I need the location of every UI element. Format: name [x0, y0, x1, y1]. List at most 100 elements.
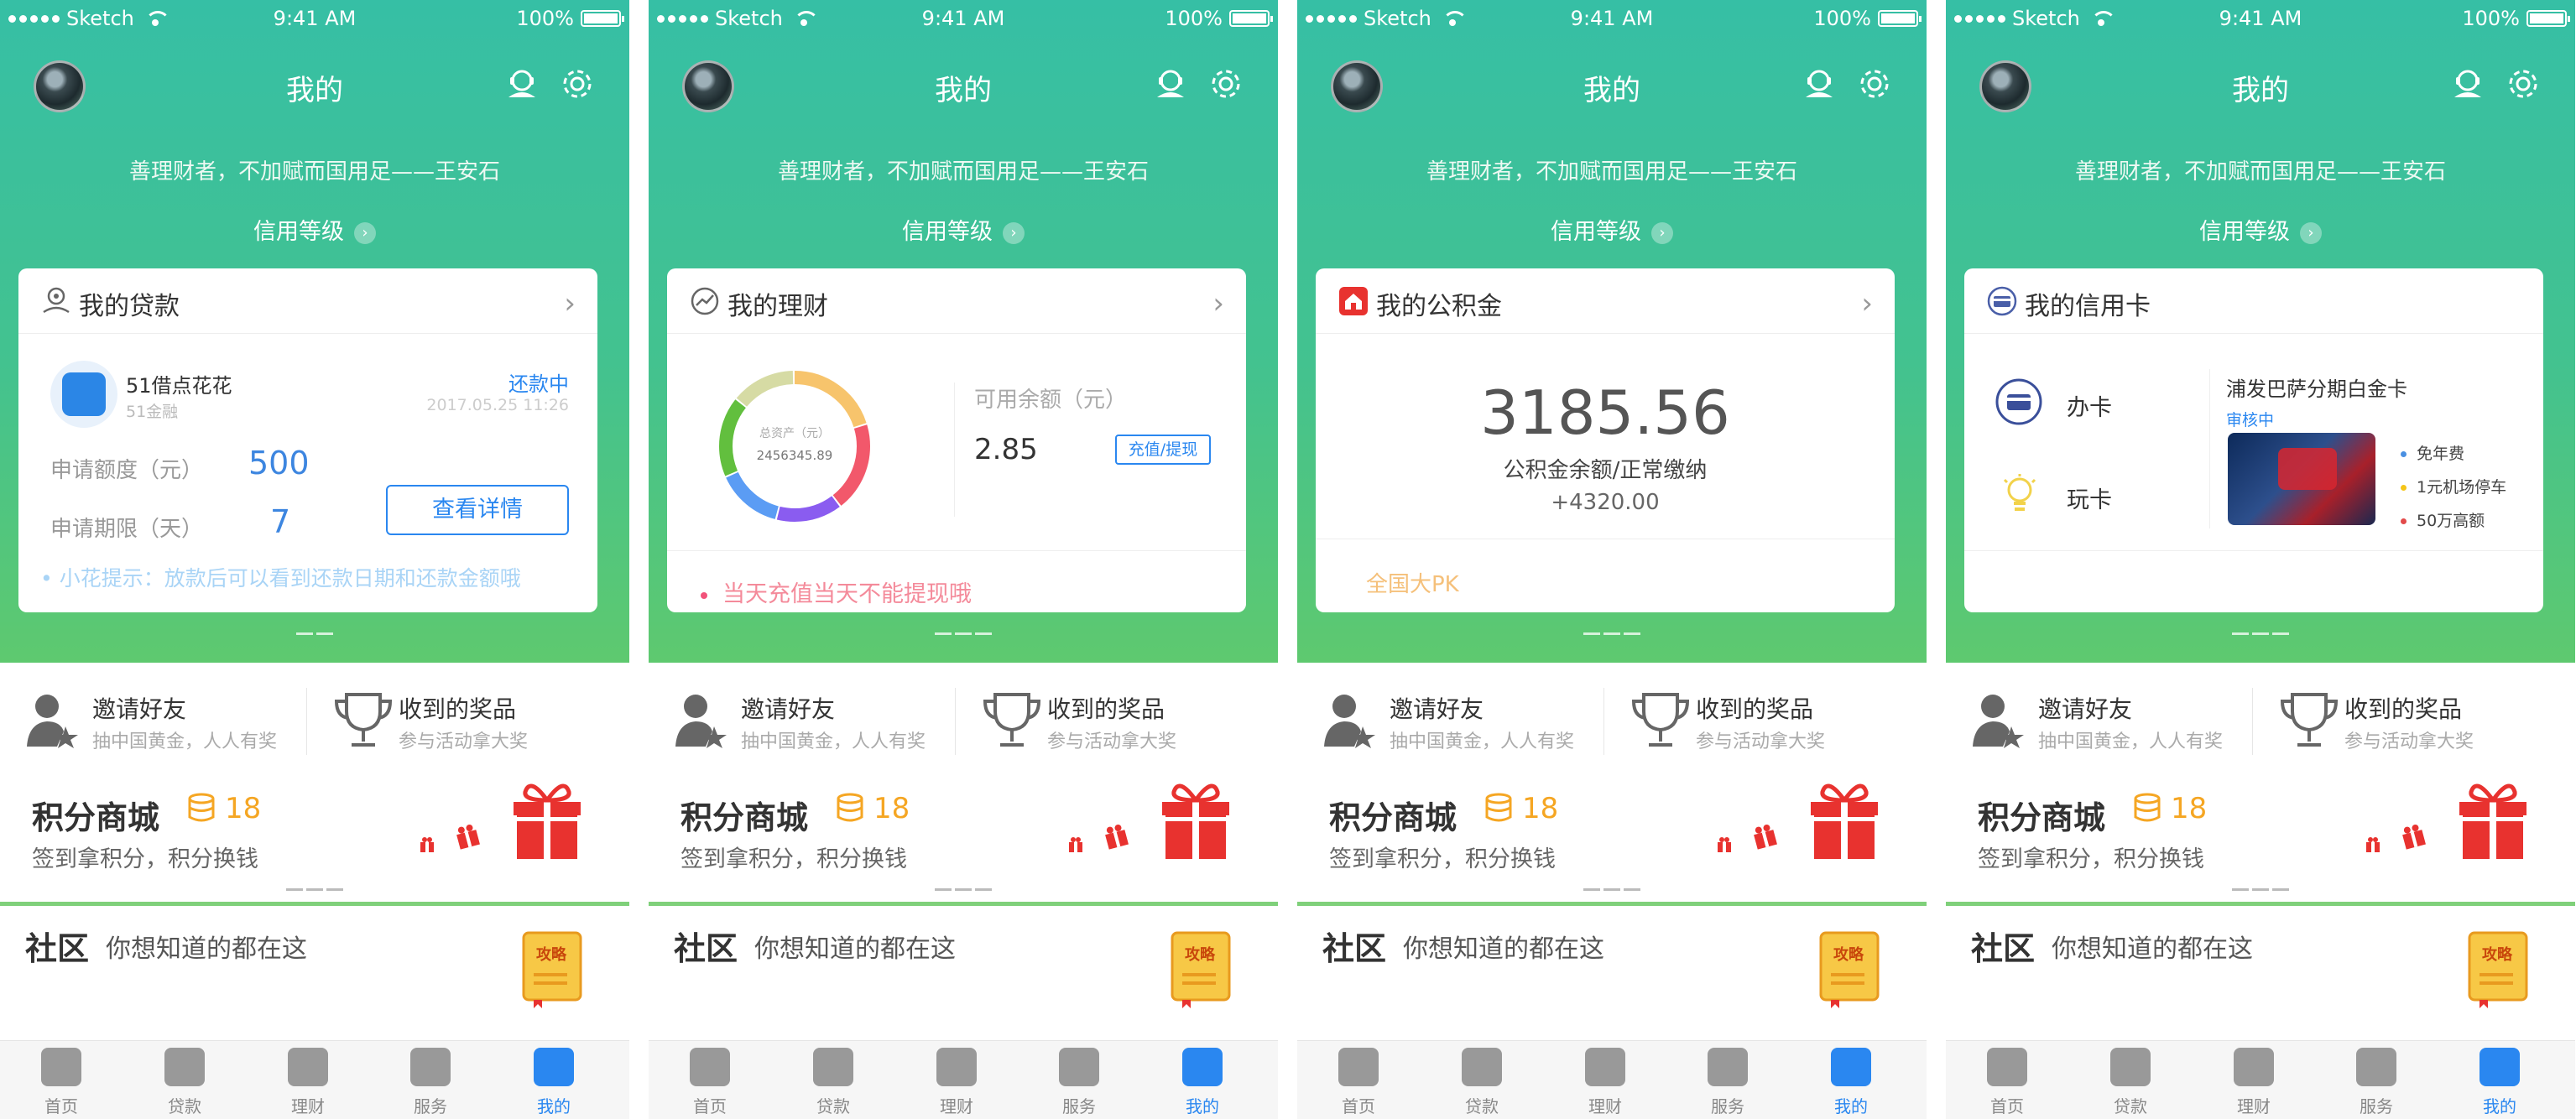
credit-card-image[interactable]	[2228, 433, 2375, 525]
prize-subtitle: 参与活动拿大奖	[399, 731, 529, 752]
motto-text: 善理财者，不加赋而国用足——王安石	[2074, 159, 2446, 185]
tab-wealth[interactable]: 理财	[270, 1048, 346, 1117]
tab-service[interactable]: 服务	[2339, 1048, 2414, 1117]
tab-loan[interactable]: 贷款	[795, 1048, 871, 1117]
customer-service-icon[interactable]	[1152, 65, 1189, 102]
fund-balance-label: 公积金余额/正常缴纳	[1503, 458, 1708, 483]
guide-book-icon: 攻略	[1171, 931, 1233, 1008]
community-title: 社区	[1971, 930, 2036, 967]
phone-screen-fund: Sketch 9:41 AM 100% 我的 善理财者，不加赋而国用足——王安石…	[1297, 0, 1927, 1119]
mine-tab-icon	[534, 1048, 574, 1086]
total-assets-label: 总资产（元）	[759, 427, 830, 440]
invite-friends[interactable]: 邀请好友 抽中国黄金，人人有奖	[1322, 679, 1608, 763]
mine-tab-icon	[2480, 1048, 2520, 1086]
settings-gear-icon[interactable]	[2505, 65, 2542, 102]
loan-card[interactable]: 我的贷款 › 51借点花花 51金融 还款中 2017.05.25 11:26 …	[18, 268, 597, 612]
lender-name: 51借点花花	[126, 374, 232, 398]
credit-level-label: 信用等级	[2199, 219, 2290, 245]
status-bar: Sketch 9:41 AM 100%	[0, 0, 629, 37]
tab-service[interactable]: 服务	[1041, 1048, 1117, 1117]
received-prizes[interactable]: 收到的奖品 参与活动拿大奖	[1629, 679, 1914, 763]
tab-loan[interactable]: 贷款	[147, 1048, 222, 1117]
lender-logo-mark	[62, 372, 106, 416]
wealth-tab-icon	[2234, 1048, 2274, 1086]
community-title: 社区	[1322, 930, 1387, 967]
card-header[interactable]: 我的贷款 ›	[18, 268, 597, 334]
tab-mine[interactable]: 我的	[2462, 1048, 2537, 1117]
tab-loan[interactable]: 贷款	[1444, 1048, 1520, 1117]
tab-wealth[interactable]: 理财	[1567, 1048, 1643, 1117]
credit-level-link[interactable]: 信用等级 ›	[649, 213, 1278, 246]
tab-wealth[interactable]: 理财	[2216, 1048, 2292, 1117]
invite-prize-row: 邀请好友 抽中国黄金，人人有奖 收到的奖品 参与活动拿大奖	[1322, 679, 1901, 763]
tab-home[interactable]: 首页	[672, 1048, 748, 1117]
play-card-button[interactable]: 玩卡	[2067, 481, 2112, 514]
tab-bar: 首页 贷款 理财 服务 我的	[0, 1040, 629, 1119]
tab-mine[interactable]: 我的	[1813, 1048, 1889, 1117]
invite-subtitle: 抽中国黄金，人人有奖	[1390, 731, 1575, 752]
community-entry[interactable]: 社区 你想知道的都在这 攻略	[1322, 914, 1901, 1008]
nav-bar: 我的	[649, 55, 1278, 114]
tab-loan[interactable]: 贷款	[2093, 1048, 2168, 1117]
available-balance-label: 可用余额（元）	[974, 388, 1128, 413]
invite-person-icon	[1973, 695, 2024, 748]
card-header[interactable]: 我的理财 ›	[667, 268, 1246, 334]
tab-home[interactable]: 首页	[1321, 1048, 1396, 1117]
home-icon	[690, 1048, 730, 1086]
view-details-button[interactable]: 查看详情	[386, 485, 569, 535]
apply-card-button[interactable]: 办卡	[2067, 389, 2112, 422]
credit-level-link[interactable]: 信用等级 ›	[0, 213, 629, 246]
invite-prize-row: 邀请好友 抽中国黄金，人人有奖 收到的奖品 参与活动拿大奖	[1971, 679, 2550, 763]
received-prizes[interactable]: 收到的奖品 参与活动拿大奖	[2277, 679, 2563, 763]
national-pk-link[interactable]: 全国大PK	[1366, 567, 1459, 598]
carousel-pager	[1297, 881, 1927, 891]
battery-label: 100%	[1813, 7, 1871, 30]
community-entry[interactable]: 社区 你想知道的都在这 攻略	[674, 914, 1253, 1008]
invite-friends[interactable]: 邀请好友 抽中国黄金，人人有奖	[674, 679, 959, 763]
fund-card[interactable]: 我的公积金 › 3185.56 公积金余额/正常缴纳 +4320.00 全国大P…	[1316, 268, 1895, 612]
tab-mine[interactable]: 我的	[1165, 1048, 1240, 1117]
received-prizes[interactable]: 收到的奖品 参与活动拿大奖	[331, 679, 617, 763]
invite-friends[interactable]: 邀请好友 抽中国黄金，人人有奖	[1971, 679, 2256, 763]
received-prizes[interactable]: 收到的奖品 参与活动拿大奖	[980, 679, 1265, 763]
loan-icon	[43, 287, 70, 314]
card-benefit: 50万高额	[2401, 508, 2485, 531]
tab-service[interactable]: 服务	[1690, 1048, 1765, 1117]
wealth-card[interactable]: 我的理财 › 总资产（元） 2456345.89 可用余额（元） 2.85 充值…	[667, 268, 1246, 612]
card-header[interactable]: 我的信用卡	[1964, 268, 2543, 334]
card-header[interactable]: 我的公积金 ›	[1316, 268, 1895, 334]
guide-book-label: 攻略	[1185, 946, 1215, 964]
motto-text: 善理财者，不加赋而国用足——王安石	[1426, 159, 1797, 185]
tab-wealth[interactable]: 理财	[919, 1048, 994, 1117]
credit-level-link[interactable]: 信用等级 ›	[1297, 213, 1927, 246]
points-mall[interactable]: 积分商城 18 签到拿积分，积分换钱	[1322, 780, 1901, 906]
community-entry[interactable]: 社区 你想知道的都在这 攻略	[1971, 914, 2550, 1008]
trophy-icon	[2280, 693, 2339, 747]
tab-mine[interactable]: 我的	[516, 1048, 592, 1117]
credit-card-icon	[1987, 286, 2017, 316]
invite-friends[interactable]: 邀请好友 抽中国黄金，人人有奖	[25, 679, 310, 763]
settings-gear-icon[interactable]	[1207, 65, 1244, 102]
community-entry[interactable]: 社区 你想知道的都在这 攻略	[25, 914, 604, 1008]
tab-label: 首页	[1990, 1096, 2024, 1116]
chevron-right-icon: ›	[2300, 221, 2322, 244]
credit-level-link[interactable]: 信用等级 ›	[1946, 213, 2575, 246]
tab-bar: 首页 贷款 理财 服务 我的	[649, 1040, 1278, 1119]
credit-card-card[interactable]: 我的信用卡 办卡 玩卡 浦发巴萨分期白金卡 审核中 免年费 1元机场停车 50万…	[1964, 268, 2543, 612]
customer-service-icon[interactable]	[503, 65, 540, 102]
points-mall[interactable]: 积分商城 18 签到拿积分，积分换钱	[674, 780, 1253, 906]
customer-service-icon[interactable]	[1801, 65, 1838, 102]
gift-box-icon	[1162, 783, 1229, 859]
settings-gear-icon[interactable]	[559, 65, 596, 102]
lower-section: 邀请好友 抽中国黄金，人人有奖 收到的奖品 参与活动拿大奖 积分商城 18 签到…	[1946, 663, 2575, 1119]
tab-home[interactable]: 首页	[1969, 1048, 2045, 1117]
recharge-withdraw-button[interactable]: 充值/提现	[1115, 435, 1211, 465]
trophy-icon	[334, 693, 393, 747]
customer-service-icon[interactable]	[2449, 65, 2486, 102]
settings-gear-icon[interactable]	[1856, 65, 1893, 102]
credit-level-label: 信用等级	[902, 219, 993, 245]
tab-service[interactable]: 服务	[393, 1048, 468, 1117]
points-mall[interactable]: 积分商城 18 签到拿积分，积分换钱	[25, 780, 604, 906]
points-mall[interactable]: 积分商城 18 签到拿积分，积分换钱	[1971, 780, 2550, 906]
tab-home[interactable]: 首页	[23, 1048, 99, 1117]
